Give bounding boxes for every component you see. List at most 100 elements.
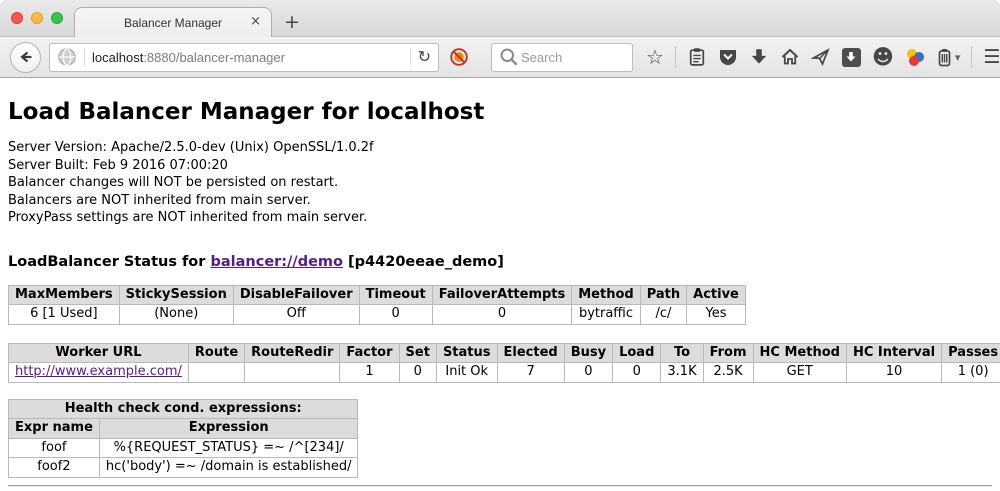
header-cell: Elected xyxy=(497,343,564,363)
cell-timeout: 0 xyxy=(359,305,432,325)
balancer-params-table: MaxMembers StickySession DisableFailover… xyxy=(8,285,746,325)
cell-busy: 0 xyxy=(564,363,612,383)
header-cell: HC Interval xyxy=(846,343,941,363)
header-cell: Route xyxy=(188,343,244,363)
persist-note-line: Balancer changes will NOT be persisted o… xyxy=(8,174,992,192)
site-identity-globe-icon[interactable] xyxy=(57,47,77,67)
worker-url-link[interactable]: http://www.example.com/ xyxy=(15,364,182,379)
health-check-table: Health check cond. expressions: Expr nam… xyxy=(8,399,358,478)
header-cell: Timeout xyxy=(359,285,432,305)
header-cell: MaxMembers xyxy=(9,285,120,305)
url-text[interactable]: localhost:8880/balancer-manager xyxy=(92,50,403,65)
cell-hc-interval: 10 xyxy=(846,363,941,383)
home-icon[interactable] xyxy=(780,47,800,67)
tab-close-icon[interactable]: × xyxy=(250,15,261,28)
back-button[interactable] xyxy=(10,42,41,73)
extension-download-box-icon[interactable] xyxy=(842,48,861,67)
browser-tab[interactable]: Balancer Manager × xyxy=(74,7,272,37)
cell-expression: hc('body') =~ /domain is established/ xyxy=(99,458,358,478)
cell-maxmembers: 6 [1 Used] xyxy=(9,305,120,325)
minimize-window-button[interactable] xyxy=(31,12,43,24)
header-cell: Busy xyxy=(564,343,612,363)
table-title-row: Health check cond. expressions: xyxy=(9,399,358,419)
cell-expression: %{REQUEST_STATUS} =~ /^[234]/ xyxy=(99,438,358,458)
bookmark-star-icon[interactable]: ☆ xyxy=(646,47,664,67)
toolbar-divider xyxy=(675,46,676,68)
search-input[interactable] xyxy=(519,49,625,66)
window-titlebar: Balancer Manager × + xyxy=(0,0,1000,37)
header-cell: To xyxy=(661,343,703,363)
pocket-icon[interactable] xyxy=(718,47,738,67)
header-cell: Set xyxy=(399,343,436,363)
urlbar-divider xyxy=(84,48,85,66)
white-down-arrow xyxy=(845,51,857,63)
balancer-demo-link[interactable]: balancer://demo xyxy=(210,254,343,270)
table-header-row: Expr name Expression xyxy=(9,419,358,439)
reload-icon[interactable]: ↻ xyxy=(418,49,431,65)
cell-expr-name: foof xyxy=(9,438,100,458)
cell-load: 0 xyxy=(613,363,661,383)
cell-expr-name: foof2 xyxy=(9,458,100,478)
cell-method: bytraffic xyxy=(572,305,640,325)
table-header-row: Worker URL Route RouteRedir Factor Set S… xyxy=(9,343,1000,363)
page-title: Load Balancer Manager for localhost xyxy=(8,99,992,125)
cell-hc-method: GET xyxy=(753,363,846,383)
proxypass-note-line: ProxyPass settings are NOT inherited fro… xyxy=(8,209,992,227)
header-cell: FailoverAttempts xyxy=(432,285,572,305)
header-cell: Passes xyxy=(942,343,1000,363)
search-bar[interactable] xyxy=(491,43,633,72)
header-cell: From xyxy=(703,343,753,363)
server-version-line: Server Version: Apache/2.5.0-dev (Unix) … xyxy=(8,139,992,157)
heading-prefix: LoadBalancer Status for xyxy=(8,254,205,270)
extension-downloadhelper-icon[interactable] xyxy=(905,47,925,67)
balancer-status-heading: LoadBalancer Status for balancer://demo … xyxy=(8,254,992,270)
cell-elected: 7 xyxy=(497,363,564,383)
url-host: localhost xyxy=(92,50,143,65)
downloads-icon[interactable] xyxy=(749,47,769,67)
toolbar-divider xyxy=(971,46,972,68)
cell-set: 0 xyxy=(399,363,436,383)
header-cell: Worker URL xyxy=(9,343,189,363)
header-cell: Status xyxy=(436,343,497,363)
cell-worker-url: http://www.example.com/ xyxy=(9,363,189,383)
header-cell: Expr name xyxy=(9,419,100,439)
health-table-title: Health check cond. expressions: xyxy=(9,399,358,419)
reading-list-clipboard-icon[interactable] xyxy=(687,47,707,67)
cell-routeredir xyxy=(245,363,340,383)
table-row: http://www.example.com/ 1 0 Init Ok 7 0 … xyxy=(9,363,1000,383)
url-bar[interactable]: localhost:8880/balancer-manager ↻ xyxy=(49,43,439,72)
header-cell: Factor xyxy=(340,343,399,363)
adblock-icon[interactable] xyxy=(449,47,469,67)
send-to-device-icon[interactable] xyxy=(811,47,831,67)
menu-hamburger-icon[interactable]: ☰ xyxy=(983,48,1000,67)
table-row: foof %{REQUEST_STATUS} =~ /^[234]/ xyxy=(9,438,358,458)
tab-title: Balancer Manager xyxy=(124,16,222,30)
container-battery-icon xyxy=(936,48,953,67)
table-row: 6 [1 Used] (None) Off 0 0 bytraffic /c/ … xyxy=(9,305,746,325)
server-info: Server Version: Apache/2.5.0-dev (Unix) … xyxy=(8,139,992,227)
cell-status: Init Ok xyxy=(436,363,497,383)
table-row: foof2 hc('body') =~ /domain is establish… xyxy=(9,458,358,478)
table-header-row: MaxMembers StickySession DisableFailover… xyxy=(9,285,746,305)
header-cell: Method xyxy=(572,285,640,305)
worker-status-table: Worker URL Route RouteRedir Factor Set S… xyxy=(8,343,1000,383)
cell-route xyxy=(188,363,244,383)
dropdown-caret-icon: ▾ xyxy=(955,52,961,63)
page-end-divider xyxy=(8,485,992,487)
inherit-note-line: Balancers are NOT inherited from main se… xyxy=(8,192,992,210)
cell-to: 3.1K xyxy=(661,363,703,383)
extension-chat-smiley-icon[interactable]: ☻ xyxy=(872,47,894,68)
page-content: Load Balancer Manager for localhost Serv… xyxy=(0,99,1000,487)
header-cell: HC Method xyxy=(753,343,846,363)
url-path: :8880/balancer-manager xyxy=(143,50,285,65)
toolbar-icons: ☆ ☻ xyxy=(646,46,1000,68)
extension-container-button[interactable]: ▾ xyxy=(936,48,961,67)
heading-suffix: [p4420eeae_demo] xyxy=(348,254,504,270)
cell-path: /c/ xyxy=(640,305,686,325)
zoom-window-button[interactable] xyxy=(51,12,63,24)
new-tab-button[interactable]: + xyxy=(284,13,300,32)
header-cell: RouteRedir xyxy=(245,343,340,363)
cell-factor: 1 xyxy=(340,363,399,383)
cell-active: Yes xyxy=(687,305,746,325)
close-window-button[interactable] xyxy=(11,12,23,24)
